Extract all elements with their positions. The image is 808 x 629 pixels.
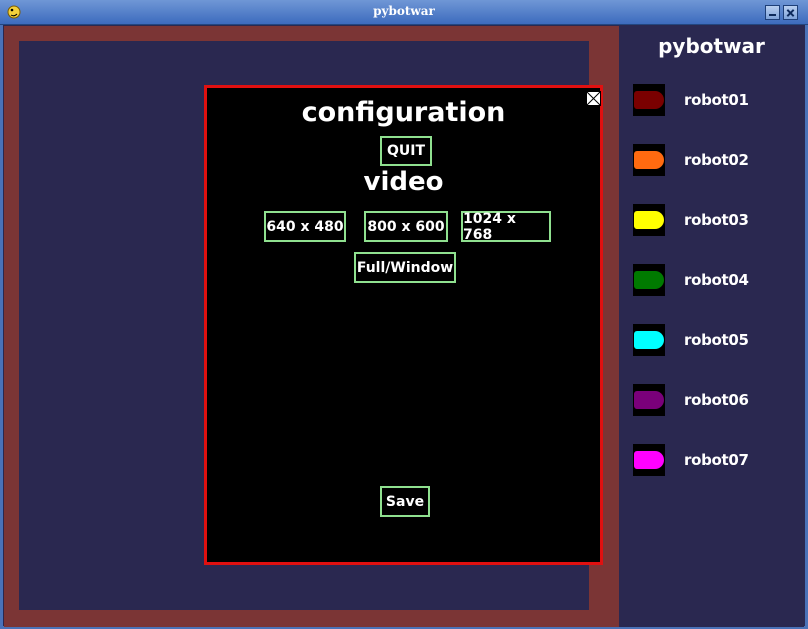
robot-name: robot06 bbox=[684, 391, 749, 409]
robot-row-2[interactable]: robot02 bbox=[633, 144, 793, 178]
resolution-1024-button[interactable]: 1024 x 768 bbox=[461, 211, 551, 243]
robot-row-7[interactable]: robot07 bbox=[633, 444, 793, 478]
robot-color-swatch bbox=[633, 264, 665, 296]
quit-button[interactable]: QUIT bbox=[380, 136, 432, 166]
window-close-button[interactable] bbox=[783, 5, 798, 20]
save-button[interactable]: Save bbox=[380, 486, 430, 517]
configuration-dialog: configuration QUIT video 640 x 480 800 x… bbox=[204, 85, 603, 565]
robot-color-swatch bbox=[633, 144, 665, 176]
robot-icon bbox=[634, 91, 664, 109]
robot-icon bbox=[634, 331, 664, 349]
robot-color-swatch bbox=[633, 324, 665, 356]
resolution-800-button[interactable]: 800 x 600 bbox=[364, 211, 448, 242]
full-window-toggle-button[interactable]: Full/Window bbox=[354, 252, 456, 283]
robot-name: robot01 bbox=[684, 91, 749, 109]
side-panel: pybotwar robot01 robot02 robot03 robot04… bbox=[619, 26, 804, 627]
minimize-button[interactable] bbox=[765, 5, 780, 20]
robot-icon bbox=[634, 391, 664, 409]
robot-icon bbox=[634, 451, 664, 469]
robot-color-swatch bbox=[633, 384, 665, 416]
robot-row-1[interactable]: robot01 bbox=[633, 84, 793, 118]
robot-row-5[interactable]: robot05 bbox=[633, 324, 793, 358]
resolution-640-button[interactable]: 640 x 480 bbox=[264, 211, 346, 242]
robot-row-4[interactable]: robot04 bbox=[633, 264, 793, 298]
robot-color-swatch bbox=[633, 84, 665, 116]
robot-name: robot04 bbox=[684, 271, 749, 289]
robot-color-swatch bbox=[633, 204, 665, 236]
robot-color-swatch bbox=[633, 444, 665, 476]
window-title: pybotwar bbox=[373, 4, 435, 18]
robot-icon bbox=[634, 151, 664, 169]
video-heading: video bbox=[363, 167, 444, 197]
robot-name: robot03 bbox=[684, 211, 749, 229]
robot-row-3[interactable]: robot03 bbox=[633, 204, 793, 238]
robot-name: robot05 bbox=[684, 331, 749, 349]
robot-row-6[interactable]: robot06 bbox=[633, 384, 793, 418]
dialog-title: configuration bbox=[301, 97, 506, 128]
robot-name: robot02 bbox=[684, 151, 749, 169]
robot-name: robot07 bbox=[684, 451, 749, 469]
title-bar[interactable]: pybotwar bbox=[0, 0, 808, 25]
side-panel-title: pybotwar bbox=[658, 34, 765, 58]
robot-icon bbox=[634, 271, 664, 289]
robot-icon bbox=[634, 211, 664, 229]
